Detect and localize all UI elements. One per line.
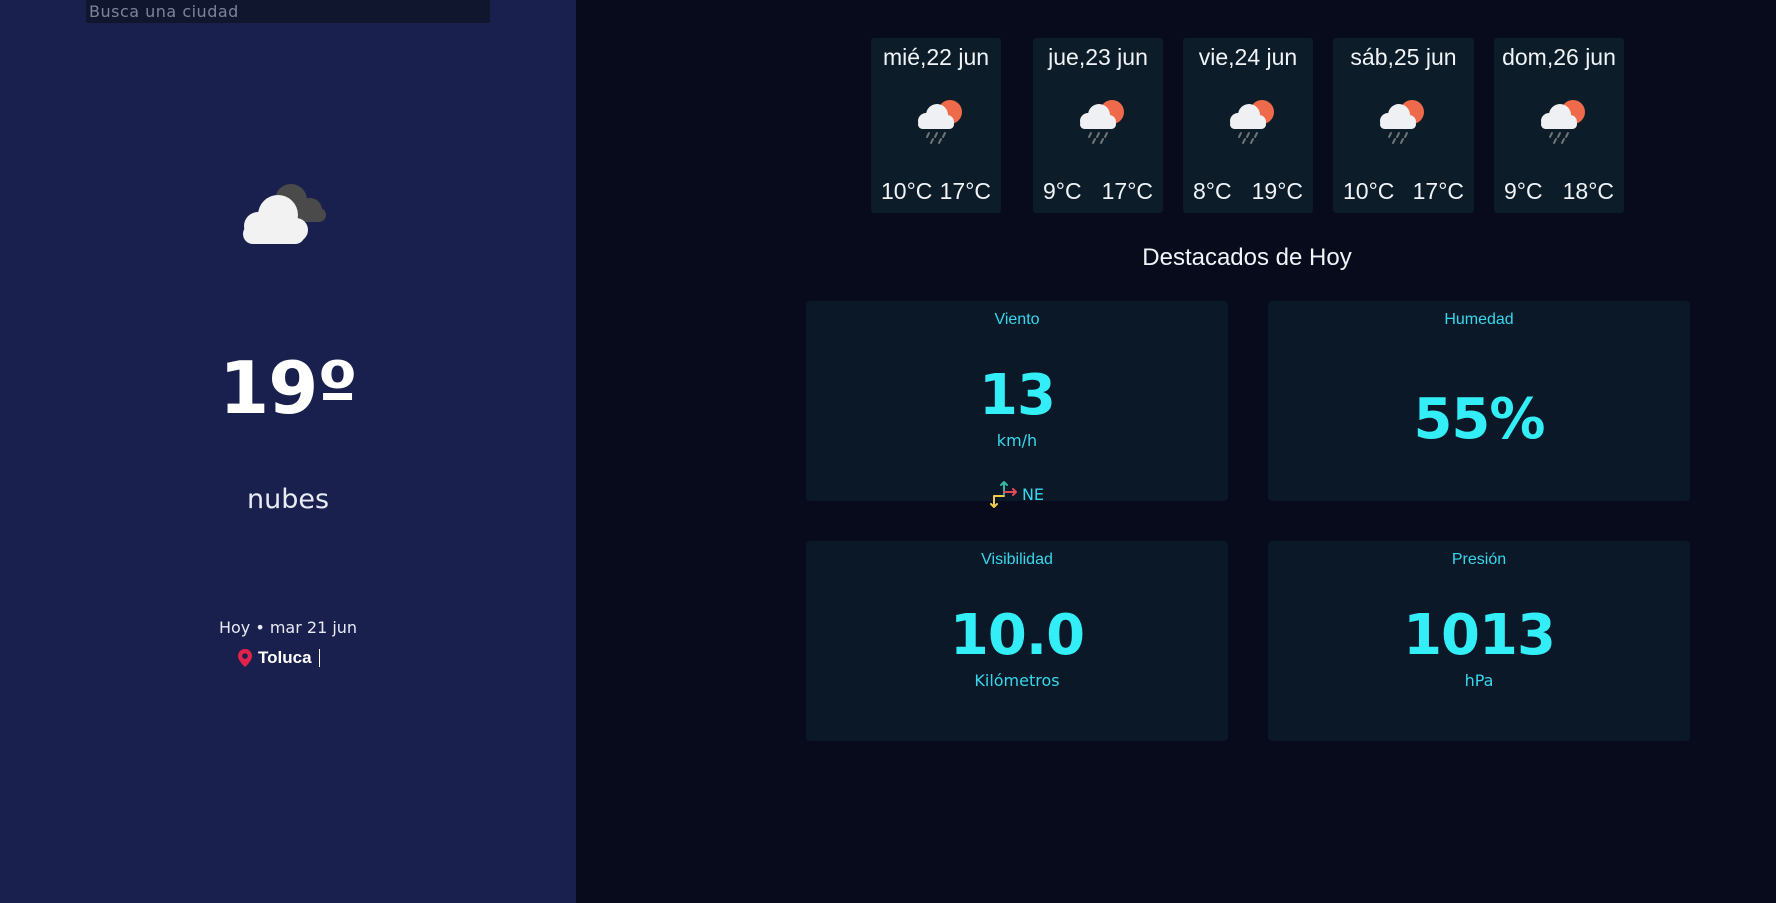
wind-card: Viento 13 km/h NE — [806, 301, 1228, 508]
forecast-max-temp: 17°C — [1101, 178, 1153, 204]
location: Toluca — [238, 648, 320, 668]
pressure-card: Presión 1013 hPa — [1268, 541, 1690, 741]
humidity-title: Humedad — [1444, 311, 1514, 328]
sun-cloud-rain-icon — [911, 96, 967, 146]
highlights-heading: Destacados de Hoy — [1142, 244, 1352, 271]
forecast-day: mié,22 jun — [882, 44, 990, 70]
current-temperature: 19º — [219, 346, 358, 430]
current-date: Hoy • mar 21 jun — [218, 618, 358, 637]
wind-direction: NE — [806, 479, 1228, 509]
forecast-day: jue,23 jun — [1048, 44, 1148, 70]
sun-cloud-rain-icon — [1534, 96, 1590, 146]
humidity-card: Humedad 55% — [1268, 301, 1690, 501]
forecast-card: vie,24 jun 8°C 19°C — [1183, 38, 1313, 213]
forecast-card: sáb,25 jun 10°C 17°C — [1333, 38, 1474, 213]
wind-unit: km/h — [996, 431, 1038, 450]
location-name: Toluca — [258, 648, 312, 667]
forecast-min-temp: 8°C — [1193, 178, 1232, 204]
forecast-min-temp: 9°C — [1504, 178, 1543, 204]
forecast-max-temp: 17°C — [1412, 178, 1464, 204]
text-caret — [318, 649, 320, 667]
forecast-card: dom,26 jun 9°C 18°C — [1494, 38, 1624, 213]
forecast-card: mié,22 jun 10°C 17°C — [871, 38, 1001, 213]
visibility-title: Visibilidad — [981, 551, 1053, 568]
pressure-value: 1013 — [1403, 603, 1556, 668]
visibility-card: Visibilidad 10.0 Kilómetros — [806, 541, 1228, 741]
sun-cloud-rain-icon — [1073, 96, 1129, 146]
visibility-value: 10.0 — [949, 603, 1085, 668]
forecast-min-temp: 9°C — [1043, 178, 1082, 204]
location-pin-icon — [238, 649, 252, 667]
pressure-title: Presión — [1451, 551, 1507, 568]
forecast-card: jue,23 jun 9°C 17°C — [1033, 38, 1163, 213]
visibility-unit: Kilómetros — [974, 671, 1060, 690]
wind-title: Viento — [994, 311, 1040, 328]
pressure-unit: hPa — [1464, 671, 1494, 690]
forecast-max-temp: 18°C — [1562, 178, 1614, 204]
weather-description: nubes — [246, 484, 330, 515]
clouds-icon — [243, 184, 326, 244]
city-search-input[interactable] — [86, 0, 490, 23]
forecast-day: dom,26 jun — [1502, 44, 1616, 70]
humidity-value: 55% — [1413, 387, 1545, 452]
forecast-max-temp: 19°C — [1251, 178, 1303, 204]
wind-value: 13 — [979, 363, 1056, 428]
sun-cloud-rain-icon — [1373, 96, 1429, 146]
forecast-day: sáb,25 jun — [1350, 44, 1457, 70]
wind-direction-label: NE — [1021, 484, 1045, 504]
forecast-max-temp: 17°C — [939, 178, 991, 204]
forecast-min-temp: 10°C — [1343, 178, 1395, 204]
wind-direction-icon — [989, 481, 1017, 508]
forecast-day: vie,24 jun — [1198, 44, 1298, 70]
forecast-min-temp: 10°C — [881, 178, 933, 204]
sidebar: 19º nubes Hoy • mar 21 jun Toluca — [0, 0, 576, 903]
sun-cloud-rain-icon — [1223, 96, 1279, 146]
